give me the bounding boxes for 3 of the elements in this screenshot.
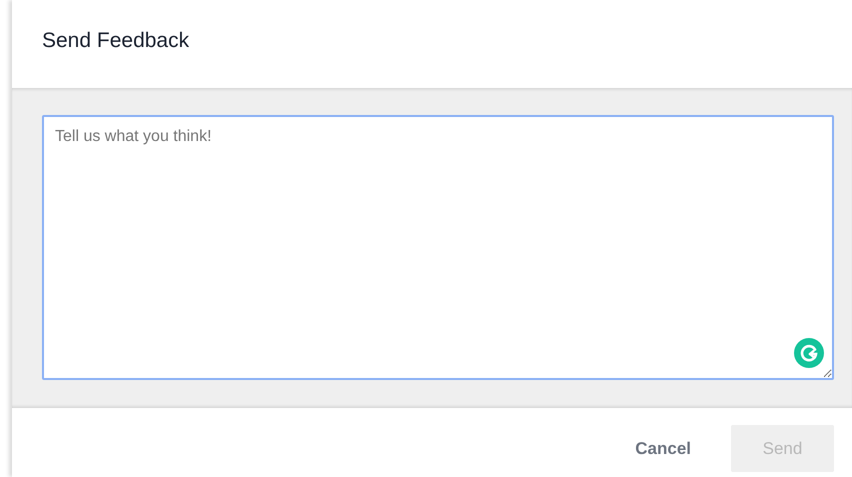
- dialog-title: Send Feedback: [42, 29, 190, 54]
- cancel-button[interactable]: Cancel: [635, 426, 691, 470]
- feedback-field[interactable]: Tell us what you think!: [42, 115, 834, 380]
